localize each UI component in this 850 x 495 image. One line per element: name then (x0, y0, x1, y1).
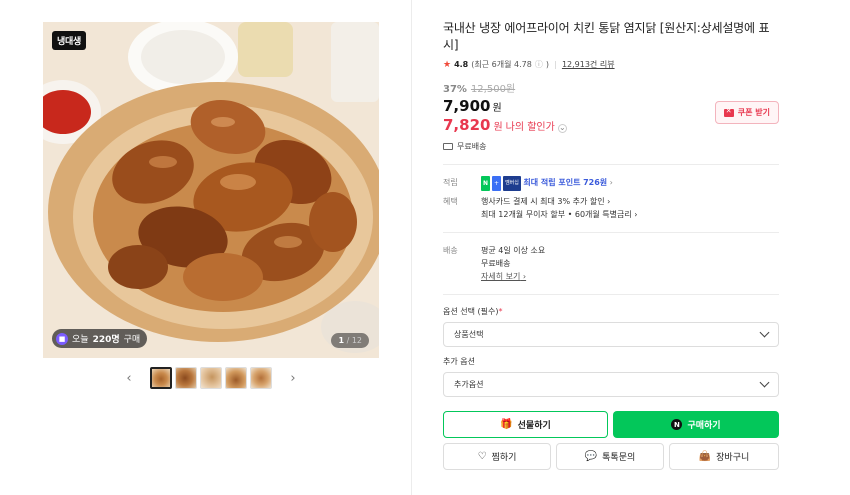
my-price-unit: 원 (493, 122, 503, 133)
main-product-image[interactable]: 냉대생 ■ 오늘 220명 구매 1 / 12 (43, 22, 379, 358)
brand-badge: 냉대생 (52, 31, 86, 50)
chevron-right-icon[interactable]: › (284, 371, 302, 386)
rating-recent: (최근 6개월 4.78 (471, 60, 532, 69)
shipping-text: 무료배송 (457, 142, 487, 151)
extra-option-select[interactable]: 추가옵션 (443, 372, 779, 397)
today-suffix: 구매 (123, 335, 141, 345)
chat-icon: 💬 (584, 450, 598, 462)
gift-button[interactable]: 🎁 선물하기 (443, 411, 608, 438)
chevron-down-icon[interactable]: ⌄ (557, 123, 567, 133)
naverpay-badge: N + 멤버십 (481, 176, 521, 191)
npay-plus-icon: + (492, 176, 502, 191)
talk-inquiry-button[interactable]: 💬 톡톡문의 (556, 443, 664, 470)
today-prefix: 오늘 (72, 335, 89, 345)
option-select-value: 상품선택 (454, 330, 484, 339)
product-info: 국내산 냉장 에어프라이어 치킨 통닭 염지닭 [원산지:상세설명에 표시] ★… (443, 20, 779, 470)
points-amount: 726원 (583, 178, 608, 187)
chevron-down-icon (759, 327, 770, 338)
benefit-installment[interactable]: 최대 12개월 무이자 할부 • 60개월 특별금리 › (481, 210, 638, 219)
thumbnail-5[interactable] (250, 367, 272, 389)
benefit-label: 혜택 (443, 197, 458, 206)
sale-price: 7,900 (443, 97, 491, 115)
product-title: 국내산 냉장 에어프라이어 치킨 통닭 염지닭 [원산지:상세설명에 표시] (443, 21, 770, 52)
chevron-left-icon[interactable]: ‹ (120, 371, 138, 386)
extra-option-label: 추가 옵션 (443, 357, 475, 366)
thumbnail-1[interactable] (150, 367, 172, 389)
points-value-row[interactable]: N + 멤버십 최대 적립 포인트 726원 › (481, 176, 779, 191)
talk-button-label: 톡톡문의 (602, 453, 636, 463)
discount-row: 37% 12,500원 (443, 80, 779, 95)
npay-n-icon: N (481, 176, 491, 191)
rating-row: ★ 4.8 (최근 6개월 4.78 ⓘ) 12,913건 리뷰 (443, 59, 615, 70)
option-required-label: 옵션 선택 (필수)* (443, 307, 503, 316)
today-count: 220명 (92, 335, 120, 345)
my-price: 7,820 (443, 116, 491, 134)
discount-percent: 37% (443, 84, 467, 95)
shopping-bag-icon: 👜 (698, 450, 712, 462)
wish-button-label: 찜하기 (491, 453, 517, 463)
my-price-label: 나의 할인가 (505, 122, 555, 133)
benefit-card[interactable]: 행사카드 결제 시 최대 3% 추가 할인 › (481, 197, 610, 206)
chicken-photo (43, 22, 379, 358)
column-divider (411, 0, 412, 495)
points-benefits: 적립 N + 멤버십 최대 적립 포인트 726원 › 혜택 행사카드 결제 시 최… (443, 176, 779, 221)
delivery-fee: 무료배송 (481, 259, 511, 268)
option-select[interactable]: 상품선택 (443, 322, 779, 347)
today-purchase-badge: ■ 오늘 220명 구매 (52, 329, 148, 348)
coupon-button-label: 쿠폰 받기 (737, 108, 770, 117)
coupon-icon (723, 107, 734, 117)
image-page-counter: 1 / 12 (331, 333, 369, 348)
gift-button-label: 선물하기 (517, 421, 551, 431)
naverpay-icon: N (671, 419, 683, 430)
shipping-row: 무료배송 (443, 141, 779, 152)
cart-icon: ■ (56, 332, 68, 345)
thumbnail-2[interactable] (175, 367, 197, 389)
wish-button[interactable]: ♡ 찜하기 (443, 443, 551, 470)
delivery-time: 평균 4일 이상 소요 (481, 246, 546, 255)
thumbnail-3[interactable] (200, 367, 222, 389)
original-price: 12,500원 (470, 84, 516, 95)
cart-button[interactable]: 👜 장바구니 (669, 443, 779, 470)
coupon-button[interactable]: 쿠폰 받기 (714, 101, 779, 124)
buy-button[interactable]: N 구매하기 (613, 411, 779, 438)
info-icon[interactable]: ⓘ (535, 59, 543, 70)
thumbnail-strip: ‹ › (43, 367, 379, 389)
heart-icon: ♡ (477, 450, 487, 462)
star-icon: ★ (443, 59, 452, 70)
points-label: 적립 (443, 178, 458, 187)
extra-option-value: 추가옵션 (454, 380, 484, 389)
truck-icon (443, 143, 453, 150)
image-page-total: 12 (351, 336, 362, 345)
npay-membership-icon: 멤버십 (503, 176, 521, 191)
delivery-more-link[interactable]: 자세히 보기 › (481, 272, 526, 281)
delivery-label: 배송 (443, 246, 458, 255)
gift-icon: 🎁 (500, 418, 513, 430)
review-count-link[interactable]: 12,913건 리뷰 (562, 59, 615, 70)
chevron-down-icon (759, 377, 770, 388)
thumbnail-4[interactable] (225, 367, 247, 389)
cart-button-label: 장바구니 (716, 453, 750, 463)
product-gallery: 냉대생 ■ 오늘 220명 구매 1 / 12 ‹ › (43, 22, 379, 389)
delivery-info: 배송 평균 4일 이상 소요 무료배송 자세히 보기 › (443, 244, 779, 283)
points-text: 최대 적립 포인트 (523, 178, 581, 187)
buy-button-label: 구매하기 (687, 421, 721, 431)
rating-score: 4.8 (454, 60, 469, 69)
sale-price-unit: 원 (492, 103, 502, 114)
